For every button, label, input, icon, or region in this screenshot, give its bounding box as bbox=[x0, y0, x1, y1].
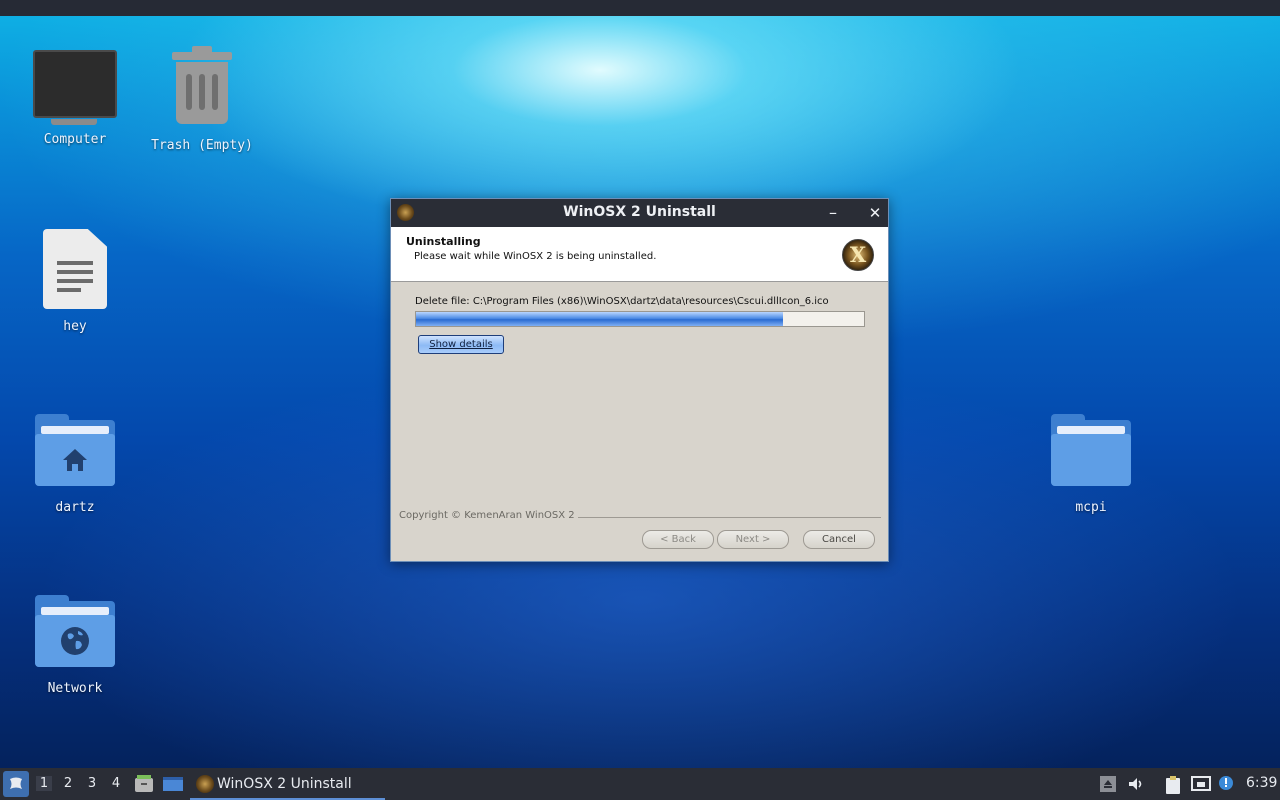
uninstall-dialog: WinOSX 2 Uninstall – ✕ Uninstalling Plea… bbox=[390, 198, 889, 562]
desktop-icon-trash[interactable]: Trash (Empty) bbox=[147, 46, 257, 153]
clock[interactable]: 6:39 bbox=[1246, 775, 1277, 791]
header-title: Uninstalling bbox=[406, 235, 481, 248]
start-icon bbox=[10, 777, 22, 789]
desktop-icon-label: hey bbox=[63, 319, 87, 334]
start-menu-button[interactable] bbox=[3, 771, 29, 797]
dialog-header: Uninstalling Please wait while WinOSX 2 … bbox=[391, 227, 888, 282]
folder-icon bbox=[1051, 414, 1131, 486]
home-folder-icon bbox=[35, 414, 115, 486]
text-file-icon bbox=[43, 229, 107, 309]
desktop-icon-network[interactable]: Network bbox=[20, 595, 130, 696]
network-folder-icon bbox=[35, 595, 115, 667]
notification-icon[interactable] bbox=[1218, 775, 1236, 793]
volume-icon[interactable] bbox=[1127, 775, 1145, 793]
close-button[interactable]: ✕ bbox=[865, 203, 885, 223]
copyright-text: Copyright © KemenAran WinOSX 2 bbox=[399, 510, 578, 521]
workspace-1[interactable]: 1 bbox=[36, 776, 52, 791]
desktop-icon-hey[interactable]: hey bbox=[20, 229, 130, 334]
top-panel bbox=[0, 0, 1280, 16]
workspace-4[interactable]: 4 bbox=[108, 776, 124, 791]
desktop-icon-label: Network bbox=[47, 681, 103, 696]
workspace-3[interactable]: 3 bbox=[84, 776, 100, 791]
header-subtitle: Please wait while WinOSX 2 is being unin… bbox=[414, 251, 657, 262]
eject-icon[interactable] bbox=[1099, 775, 1117, 793]
desktop-icon-computer[interactable]: Computer bbox=[20, 50, 130, 147]
file-manager-icon[interactable] bbox=[134, 775, 154, 793]
cancel-button[interactable]: Cancel bbox=[803, 530, 875, 549]
network-status-icon[interactable] bbox=[1191, 775, 1211, 793]
show-desktop-icon[interactable] bbox=[162, 775, 183, 793]
winosx-logo-icon: X bbox=[842, 239, 874, 271]
desktop-icon-label: Computer bbox=[43, 132, 107, 147]
back-button[interactable]: < Back bbox=[642, 530, 714, 549]
desktop-icon-label: Trash (Empty) bbox=[151, 138, 253, 153]
next-button[interactable]: Next > bbox=[717, 530, 789, 549]
progress-fill bbox=[416, 312, 784, 326]
task-winosx-uninstall[interactable]: WinOSX 2 Uninstall bbox=[190, 770, 385, 800]
desktop-icon-label: dartz bbox=[55, 500, 95, 515]
desktop-icon-mcpi[interactable]: mcpi bbox=[1036, 414, 1146, 515]
dialog-title: WinOSX 2 Uninstall bbox=[563, 204, 716, 220]
progress-bar bbox=[415, 311, 865, 327]
desktop-icon-label: mcpi bbox=[1075, 500, 1107, 515]
trash-icon bbox=[170, 46, 234, 126]
clipboard-icon[interactable] bbox=[1164, 775, 1182, 794]
desktop-icon-dartz[interactable]: dartz bbox=[20, 414, 130, 515]
status-text: Delete file: C:\Program Files (x86)\WinO… bbox=[415, 296, 829, 307]
taskbar: 1 2 3 4 WinOSX 2 Uninstall 6:39 bbox=[0, 768, 1280, 800]
app-icon bbox=[196, 775, 214, 793]
workspace-2[interactable]: 2 bbox=[60, 776, 76, 791]
computer-icon bbox=[33, 50, 117, 125]
minimize-button[interactable]: – bbox=[823, 203, 843, 223]
show-details-button[interactable]: Show details bbox=[418, 335, 504, 354]
dialog-titlebar[interactable]: WinOSX 2 Uninstall – ✕ bbox=[391, 199, 888, 227]
task-label: WinOSX 2 Uninstall bbox=[217, 776, 352, 792]
